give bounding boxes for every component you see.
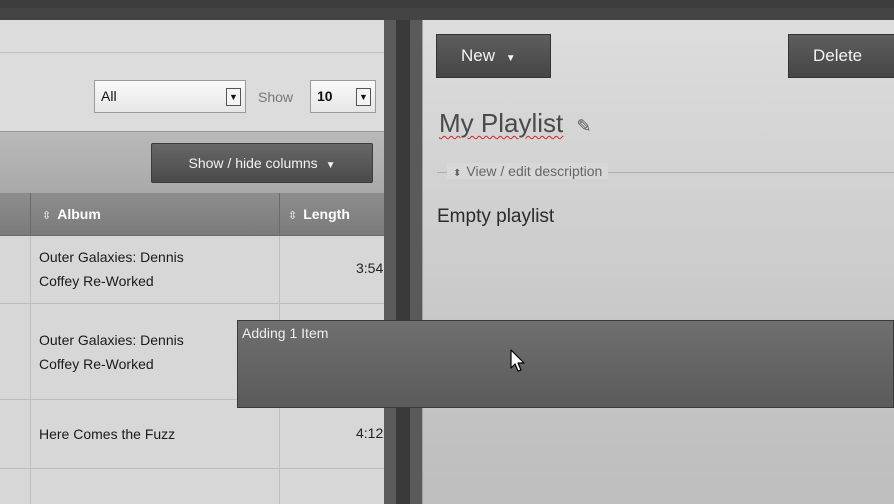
sort-icon: ⇳	[42, 210, 52, 222]
album-cell: Here Comes the Fuzz	[39, 422, 175, 446]
drag-helper[interactable]: Adding 1 Item	[237, 320, 894, 408]
table-header: ⇳ Album ⇳ Length	[0, 193, 384, 236]
row-lead-cell	[0, 400, 31, 468]
delete-button[interactable]: Delete	[788, 34, 894, 78]
show-count-select[interactable]: 10 ▼	[310, 80, 376, 113]
sort-icon: ⇳	[288, 210, 298, 222]
new-button-label: New	[461, 46, 496, 65]
album-cell: Outer Galaxies: Dennis Coffey Re-Worked	[39, 245, 184, 293]
row-lead-cell	[0, 469, 31, 504]
view-edit-description-link[interactable]: ⬍ View / edit description	[447, 163, 609, 179]
window-top-bar	[0, 0, 894, 8]
album-cell: Outer Galaxies: Dennis Coffey Re-Worked	[39, 328, 184, 376]
caret-down-icon: ▼	[325, 160, 336, 171]
column-header-length[interactable]: ⇳ Length	[288, 193, 350, 235]
mouse-pointer-icon	[510, 349, 525, 372]
length-value: 4:12	[356, 425, 384, 441]
show-label: Show	[258, 89, 294, 105]
album-line: Outer Galaxies: Dennis	[39, 332, 184, 348]
length-cell: 4:12	[279, 400, 385, 468]
delete-button-label: Delete	[813, 46, 863, 65]
column-header-album-label: Album	[57, 206, 101, 222]
panel-splitter[interactable]	[384, 20, 422, 504]
select-arrow-icon: ▼	[356, 88, 371, 106]
playlist-title[interactable]: My Playlist ✎	[439, 108, 592, 139]
length-cell	[279, 469, 385, 504]
show-hide-columns-label: Show / hide columns	[188, 155, 318, 171]
length-value: 3:54	[356, 260, 384, 276]
table-row[interactable]	[0, 469, 384, 504]
filter-select[interactable]: All ▼	[94, 80, 246, 113]
album-line: Coffey Re-Worked	[39, 273, 154, 289]
column-header-album[interactable]: ⇳ Album	[42, 193, 101, 235]
playlist-panel: New ▼ Delete My Playlist ✎ ⬍ View / edit …	[422, 20, 894, 504]
drag-helper-label: Adding 1 Item	[242, 325, 329, 341]
album-line: Here Comes the Fuzz	[39, 426, 176, 442]
row-lead-cell	[0, 236, 31, 303]
column-divider	[30, 193, 31, 235]
column-header-length-label: Length	[303, 206, 350, 222]
show-count-value: 10	[317, 88, 333, 104]
expand-icon: ⬍	[453, 168, 462, 179]
library-panel: All ▼ Show 10 ▼ Show / hide columns ▼ ⇳ A…	[0, 20, 396, 504]
column-divider	[279, 193, 280, 235]
filter-select-value: All	[101, 88, 117, 104]
table-row[interactable]: Outer Galaxies: Dennis Coffey Re-Worked …	[0, 236, 384, 304]
empty-playlist-text: Empty playlist	[437, 206, 555, 227]
playlist-title-text: My Playlist	[439, 108, 564, 138]
album-line: Coffey Re-Worked	[39, 356, 154, 372]
caret-down-icon: ▼	[505, 53, 516, 64]
table-row[interactable]: Here Comes the Fuzz 4:12	[0, 400, 384, 469]
splitter-track	[396, 20, 410, 504]
pencil-icon[interactable]: ✎	[576, 116, 591, 136]
album-line: Outer Galaxies: Dennis	[39, 249, 184, 265]
view-edit-description-label: View / edit description	[466, 163, 603, 179]
select-arrow-icon: ▼	[226, 88, 241, 106]
new-button[interactable]: New ▼	[436, 34, 551, 78]
length-cell: 3:54	[279, 236, 385, 303]
table-toolbar: Show / hide columns ▼	[0, 131, 384, 195]
row-lead-cell	[0, 304, 31, 399]
show-hide-columns-button[interactable]: Show / hide columns ▼	[151, 143, 373, 183]
header-divider	[0, 52, 384, 53]
